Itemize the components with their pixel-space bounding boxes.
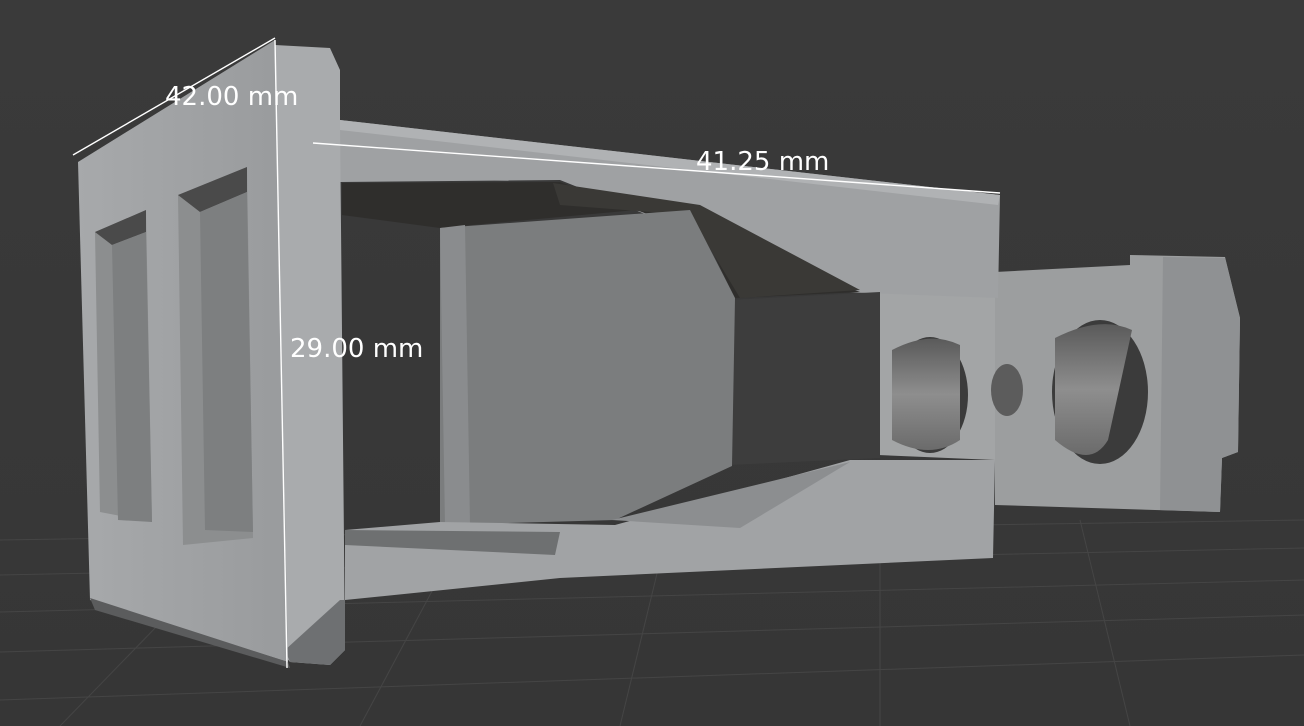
3d-viewport[interactable]: 42.00 mm 41.25 mm 29.00 mm xyxy=(0,0,1304,726)
scene-canvas[interactable]: 42.00 mm 41.25 mm 29.00 mm xyxy=(0,0,1304,726)
dimension-label-width: 42.00 mm xyxy=(165,82,298,112)
dimension-label-length: 41.25 mm xyxy=(696,147,829,177)
dimension-label-height: 29.00 mm xyxy=(290,334,423,364)
funnel-cavity xyxy=(730,292,880,465)
clip-hole-center xyxy=(991,364,1023,416)
